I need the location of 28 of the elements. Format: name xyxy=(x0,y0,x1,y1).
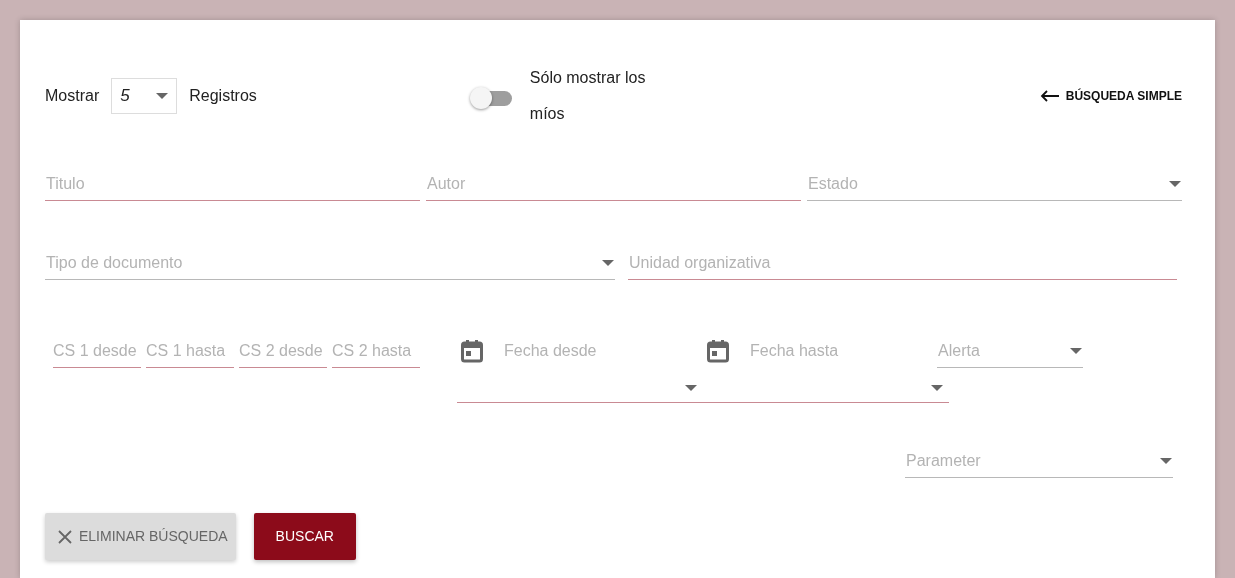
calendar-icon[interactable] xyxy=(461,339,483,363)
range-field[interactable]: CS 2 desde xyxy=(239,335,327,368)
search-button[interactable]: BUSCAR xyxy=(253,513,356,560)
close-icon xyxy=(57,528,73,545)
text-field[interactable]: Autor xyxy=(426,168,801,201)
caret-icon xyxy=(1169,181,1181,187)
caret-icon xyxy=(1070,348,1082,354)
date-field[interactable]: Fecha hasta xyxy=(749,335,929,367)
records-select[interactable]: 5 xyxy=(111,78,178,114)
range-field[interactable]: CS 1 desde xyxy=(53,335,141,368)
range-field[interactable]: CS 1 hasta xyxy=(146,335,234,368)
caret-icon xyxy=(1160,458,1172,464)
simple-search-link[interactable]: BÚSQUEDA SIMPLE xyxy=(1039,87,1182,105)
toggle-label: Sólo mostrar los míos xyxy=(529,68,647,124)
toggle-switch[interactable] xyxy=(469,87,512,109)
show-label: Mostrar xyxy=(45,86,100,106)
clear-search-button[interactable]: ELIMINAR BÚSQUEDA xyxy=(45,513,236,560)
caret-icon xyxy=(931,384,943,391)
caret-icon xyxy=(602,260,614,266)
caret-icon xyxy=(156,93,169,99)
date-field[interactable]: Fecha desde xyxy=(503,335,683,367)
back-arrow-icon xyxy=(1039,90,1060,102)
records-label: Registros xyxy=(189,86,257,106)
caret-icon xyxy=(685,384,697,391)
calendar-icon[interactable] xyxy=(707,339,729,363)
text-field[interactable]: Titulo xyxy=(45,168,420,201)
text-field[interactable]: Unidad organizativa xyxy=(628,247,1177,280)
range-field[interactable]: CS 2 hasta xyxy=(332,335,420,368)
